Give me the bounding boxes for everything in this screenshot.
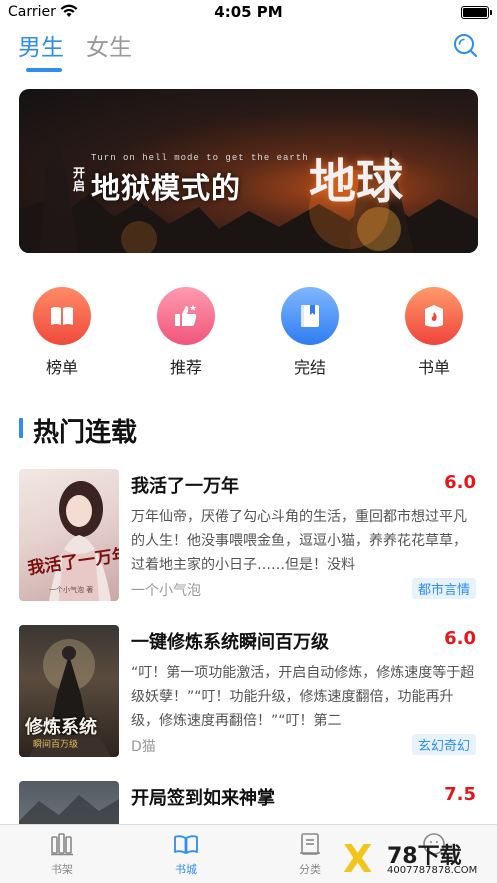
book-author: D猫 [131, 739, 156, 755]
category-recommend-circle [157, 287, 215, 345]
section-accent-bar [19, 418, 23, 438]
book-cover: 我活了一万年 一个小气泡 著 [19, 469, 119, 601]
open-book-icon [174, 835, 198, 854]
banner-subtitle: Turn on hell mode to get the earth [91, 153, 309, 163]
watermark-url: 4007787878.COM [387, 865, 478, 876]
category-booklist-circle [405, 287, 463, 345]
tab-bookshelf[interactable]: 书架 [22, 831, 102, 877]
book-list-icon [425, 305, 443, 327]
watermark-mark: X [343, 837, 373, 881]
tab-bookstore-label: 书城 [175, 863, 197, 876]
book-genre-tag: 玄幻奇幻 [411, 734, 476, 755]
category-booklist-label: 书单 [417, 358, 450, 377]
category-icon [300, 833, 320, 855]
category-booklist[interactable]: 书单 [394, 287, 474, 378]
category-ranking-circle [33, 287, 91, 345]
tab-category[interactable]: 分类 [270, 831, 350, 877]
book-author: 一个小气泡 [131, 583, 201, 599]
search-icon[interactable] [451, 32, 479, 60]
banner-prefix: 开启 [73, 166, 86, 193]
book-open-icon [51, 307, 73, 325]
bookshelf-icon [51, 833, 73, 856]
site-watermark: X 78下载 4007787878.COM [343, 838, 493, 882]
book-description: “叮！第一项功能激活，开启自动修炼，修炼速度等于超级妖孽！”“叮！功能升级，修炼… [131, 665, 475, 729]
book-cover-subtitle: 瞬间百万级 [33, 740, 79, 750]
section-title: 热门连载 [33, 418, 138, 448]
book-item[interactable]: 我活了一万年 一个小气泡 著 我活了一万年 6.0 万年仙帝，厌倦了勾心斗角的生… [19, 469, 478, 603]
tab-bookshelf-label: 书架 [51, 863, 73, 876]
book-cover-title: 修炼系统 [25, 717, 97, 738]
promo-banner[interactable]: Turn on hell mode to get the earth 开启 地狱… [19, 89, 478, 253]
tab-female[interactable]: 女生 [86, 28, 132, 62]
active-tab-indicator [26, 68, 62, 72]
book-cover-art [49, 481, 111, 601]
banner-title-big: 地球 [309, 155, 403, 210]
book-item[interactable]: 修炼系统 瞬间百万级 一键修炼系统瞬间百万级 6.0 “叮！第一项功能激活，开启… [19, 625, 478, 759]
category-shortcuts: 榜单 推荐 完结 书单 [0, 287, 497, 382]
thumbs-up-icon [175, 305, 197, 326]
book-title: 一键修炼系统瞬间百万级 [131, 632, 329, 653]
category-recommend-label: 推荐 [169, 358, 202, 377]
bookmark-book-icon [301, 305, 319, 327]
book-score: 6.0 [444, 628, 476, 649]
category-recommend[interactable]: 推荐 [146, 287, 226, 378]
category-completed-circle [281, 287, 339, 345]
banner-background-art [19, 144, 478, 253]
book-score: 7.5 [444, 784, 476, 805]
book-title: 开局签到如来神掌 [131, 788, 275, 809]
category-ranking-label: 榜单 [45, 358, 78, 377]
tab-category-label: 分类 [299, 863, 321, 876]
book-title: 我活了一万年 [131, 476, 239, 497]
book-description: 万年仙帝，厌倦了勾心斗角的生活，重回都市想过平凡的人生！他没事喂喂金鱼，逗逗小猫… [131, 509, 467, 573]
book-score: 6.0 [444, 472, 476, 493]
category-completed-label: 完结 [293, 358, 326, 377]
book-cover: 修炼系统 瞬间百万级 [19, 625, 119, 757]
clock: 4:05 PM [214, 3, 283, 21]
banner-title: 地狱模式的 [91, 171, 242, 205]
status-bar: Carrier 4:05 PM [0, 0, 497, 26]
category-completed[interactable]: 完结 [270, 287, 350, 378]
tab-male[interactable]: 男生 [18, 28, 64, 62]
book-genre-tag: 都市言情 [411, 578, 476, 599]
tab-bookstore[interactable]: 书城 [146, 831, 226, 877]
battery-icon [461, 6, 492, 19]
book-cover-author: 一个小气泡 著 [49, 586, 94, 594]
category-ranking[interactable]: 榜单 [22, 287, 102, 378]
